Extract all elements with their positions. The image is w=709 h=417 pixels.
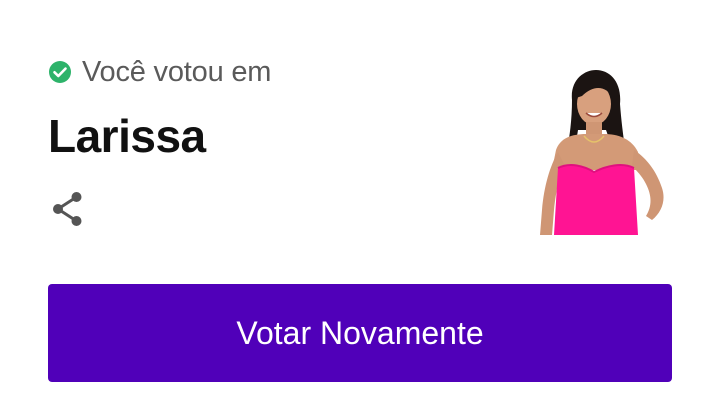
voted-label: Você votou em bbox=[82, 55, 272, 88]
vote-again-button[interactable]: Votar Novamente bbox=[48, 284, 672, 382]
vote-confirmation-card: Você votou em Larissa Votar Novamente bbox=[0, 0, 709, 417]
candidate-name: Larissa bbox=[48, 110, 206, 162]
voted-status-row: Você votou em bbox=[48, 52, 271, 92]
share-icon bbox=[50, 192, 88, 232]
candidate-photo bbox=[534, 70, 674, 235]
share-button[interactable] bbox=[50, 190, 88, 228]
check-circle-icon bbox=[48, 60, 72, 84]
